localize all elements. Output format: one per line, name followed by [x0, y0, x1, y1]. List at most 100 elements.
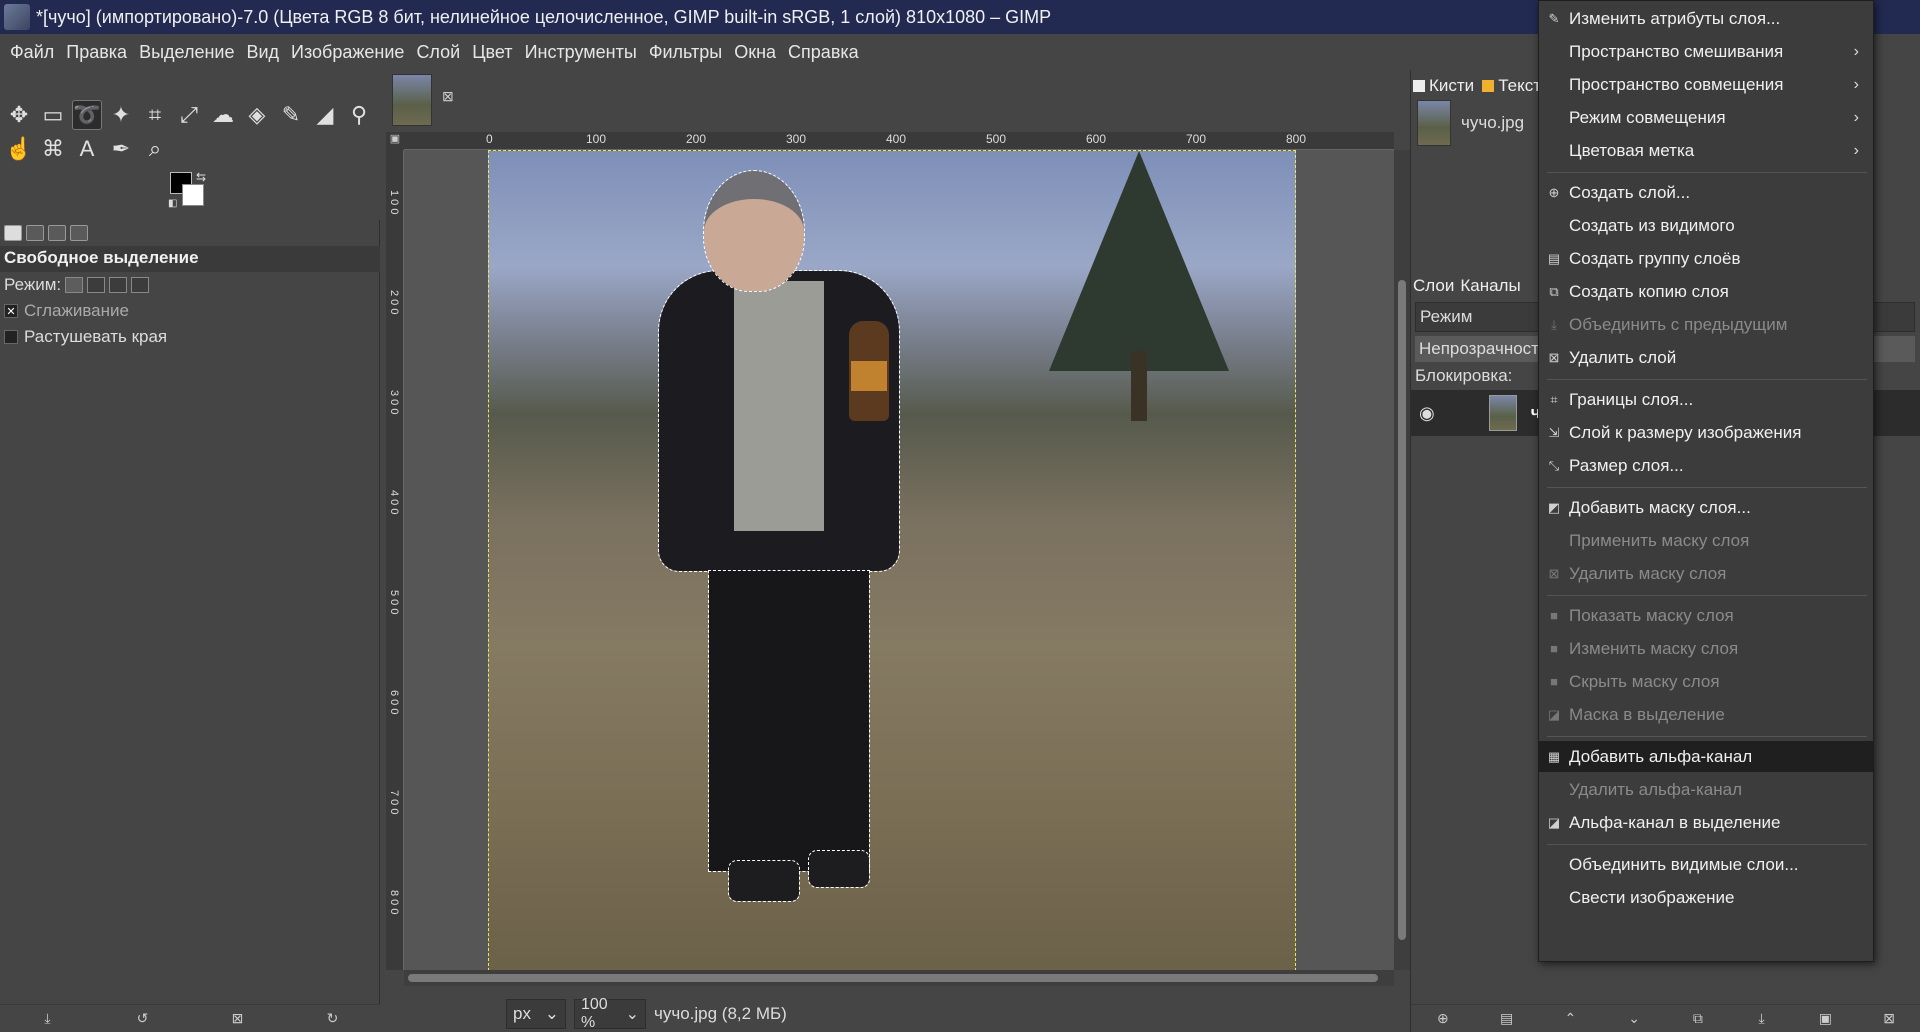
context-menu-item-label: Изменить маску слоя [1569, 638, 1739, 658]
free-select-tool-icon[interactable]: ➰ [72, 100, 102, 130]
menu-image[interactable]: Изображение [285, 42, 410, 63]
menu-view[interactable]: Вид [240, 42, 285, 63]
paths-tool-icon[interactable]: ⌘ [38, 134, 68, 164]
canvas[interactable] [404, 150, 1394, 970]
unit-select[interactable]: px ⌄ [506, 999, 566, 1029]
reset-options-icon[interactable]: ↻ [323, 1010, 343, 1027]
context-menu-item-label: Размер слоя... [1569, 455, 1684, 475]
context-menu-item[interactable]: ⇲ Слой к размеру изображения [1539, 417, 1873, 448]
context-menu-item[interactable]: ⊕ Создать слой... [1539, 177, 1873, 208]
duplicate-layer-icon[interactable]: ⧉ [1688, 1010, 1708, 1027]
context-menu-item[interactable]: ◪ Альфа-канал в выделение [1539, 807, 1873, 838]
tool-options-tab-icon[interactable] [4, 225, 22, 241]
smudge-tool-icon[interactable]: ☝ [4, 134, 34, 164]
lower-layer-icon[interactable]: ⌄ [1624, 1010, 1644, 1027]
delete-options-icon[interactable]: ⊠ [228, 1010, 248, 1027]
context-menu-item[interactable]: ⌗ Границы слоя... [1539, 384, 1873, 415]
menu-colors[interactable]: Цвет [466, 42, 518, 63]
color-picker-tool-icon[interactable]: ✒ [106, 134, 136, 164]
context-menu-item[interactable]: Объединить видимые слои... [1539, 849, 1873, 880]
context-menu-item[interactable]: Пространство смешивания › [1539, 36, 1873, 67]
mode-replace-icon[interactable] [65, 277, 84, 293]
image-tabs: ⊠ [386, 70, 1410, 132]
bucket-fill-tool-icon[interactable]: ◈ [242, 100, 272, 130]
menu-tools[interactable]: Инструменты [519, 42, 643, 63]
layer-mask-icon[interactable]: ▣ [1815, 1010, 1835, 1027]
fuzzy-select-tool-icon[interactable]: ✦ [106, 100, 136, 130]
tab-text[interactable]: Текст [1482, 76, 1541, 96]
layer-lock-row: Блокировка: [1415, 364, 1512, 388]
scrollbar-thumb[interactable] [408, 974, 1378, 982]
feather-checkbox[interactable] [4, 330, 18, 344]
context-menu-item[interactable]: Режим совмещения › [1539, 102, 1873, 133]
move-tool-icon[interactable]: ✥ [4, 100, 34, 130]
menu-file[interactable]: Файл [4, 42, 60, 63]
image-tab-thumbnail[interactable] [392, 74, 432, 126]
close-icon[interactable]: ⊠ [442, 88, 454, 105]
save-options-icon[interactable]: ⤓ [38, 1010, 58, 1027]
quick-mask-icon[interactable]: ▣ [386, 132, 404, 150]
background-color-swatch[interactable] [182, 184, 204, 206]
new-group-icon[interactable]: ▤ [1497, 1010, 1517, 1027]
menu-filters[interactable]: Фильтры [643, 42, 728, 63]
eraser-tool-icon[interactable]: ◢ [310, 100, 340, 130]
context-menu-item-label: Маска в выделение [1569, 704, 1725, 724]
crop-tool-icon[interactable]: ⌗ [140, 100, 170, 130]
feather-row[interactable]: Растушевать края [0, 324, 380, 350]
context-menu-item[interactable]: Свести изображение [1539, 882, 1873, 913]
undo-history-tab-icon[interactable] [48, 225, 66, 241]
mode-intersect-icon[interactable] [131, 277, 150, 293]
context-menu-item[interactable]: ▤ Создать группу слоёв [1539, 243, 1873, 274]
photo-shoe-left [728, 860, 800, 902]
menu-windows[interactable]: Окна [728, 42, 782, 63]
context-menu-item-label: Объединить видимые слои... [1569, 854, 1799, 874]
scrollbar-thumb[interactable] [1398, 280, 1406, 940]
warp-transform-tool-icon[interactable]: ☁ [208, 100, 238, 130]
tab-layers[interactable]: Слои [1413, 276, 1454, 296]
context-menu-item[interactable]: ✎ Изменить атрибуты слоя... [1539, 3, 1873, 34]
image-layer[interactable] [488, 150, 1296, 970]
vertical-scrollbar[interactable] [1394, 150, 1410, 970]
menu-help[interactable]: Справка [782, 42, 865, 63]
zoom-select[interactable]: 100 % ⌄ [574, 996, 646, 1031]
tab-channels[interactable]: Каналы [1460, 276, 1520, 296]
rect-select-tool-icon[interactable]: ▭ [38, 100, 68, 130]
visibility-eye-icon[interactable]: ◉ [1419, 403, 1435, 424]
image-brush-thumbnail[interactable] [1417, 100, 1451, 146]
delete-layer-icon[interactable]: ⊠ [1879, 1010, 1899, 1027]
context-menu-item[interactable]: Создать из видимого [1539, 210, 1873, 241]
menu-layer[interactable]: Слой [410, 42, 466, 63]
images-tab-icon[interactable] [70, 225, 88, 241]
zoom-tool-icon[interactable]: ⌕ [140, 134, 170, 164]
context-menu-item[interactable]: ⤡ Размер слоя... [1539, 450, 1873, 481]
device-status-tab-icon[interactable] [26, 225, 44, 241]
menu-edit[interactable]: Правка [60, 42, 133, 63]
paintbrush-tool-icon[interactable]: ✎ [276, 100, 306, 130]
new-layer-icon[interactable]: ⊕ [1433, 1010, 1453, 1027]
context-menu-item[interactable]: ⧉ Создать копию слоя [1539, 276, 1873, 307]
context-menu-item[interactable]: Пространство совмещения › [1539, 69, 1873, 100]
antialias-row[interactable]: ✕ Сглаживание [0, 298, 380, 324]
antialias-checkbox[interactable]: ✕ [4, 304, 18, 318]
restore-options-icon[interactable]: ↺ [133, 1010, 153, 1027]
context-menu-item[interactable]: ◩ Добавить маску слоя... [1539, 492, 1873, 523]
context-menu-item[interactable]: ▦ Добавить альфа-канал [1539, 741, 1873, 772]
menu-select[interactable]: Выделение [133, 42, 240, 63]
context-menu-item-label: Создать из видимого [1569, 215, 1735, 235]
mode-subtract-icon[interactable] [109, 277, 128, 293]
swap-colors-icon[interactable]: ⇆ [196, 170, 206, 184]
context-menu-item[interactable]: ⊠ Удалить слой [1539, 342, 1873, 373]
mode-add-icon[interactable] [87, 277, 106, 293]
tab-brushes[interactable]: Кисти [1413, 76, 1474, 96]
reset-colors-icon[interactable]: ◧ [168, 198, 177, 209]
scale-icon: ⤡ [1548, 457, 1560, 473]
raise-layer-icon[interactable]: ⌃ [1560, 1010, 1580, 1027]
fg-bg-colors[interactable]: ⇆ ◧ [168, 170, 212, 210]
unified-transform-tool-icon[interactable]: ⤢ [174, 100, 204, 130]
context-menu-item-label: Создать копию слоя [1569, 281, 1729, 301]
text-tool-icon[interactable]: A [72, 134, 102, 164]
horizontal-scrollbar[interactable] [404, 970, 1394, 986]
context-menu-item[interactable]: Цветовая метка › [1539, 135, 1873, 166]
clone-tool-icon[interactable]: ⚲ [344, 100, 374, 130]
merge-layer-icon[interactable]: ⤓ [1752, 1010, 1772, 1027]
